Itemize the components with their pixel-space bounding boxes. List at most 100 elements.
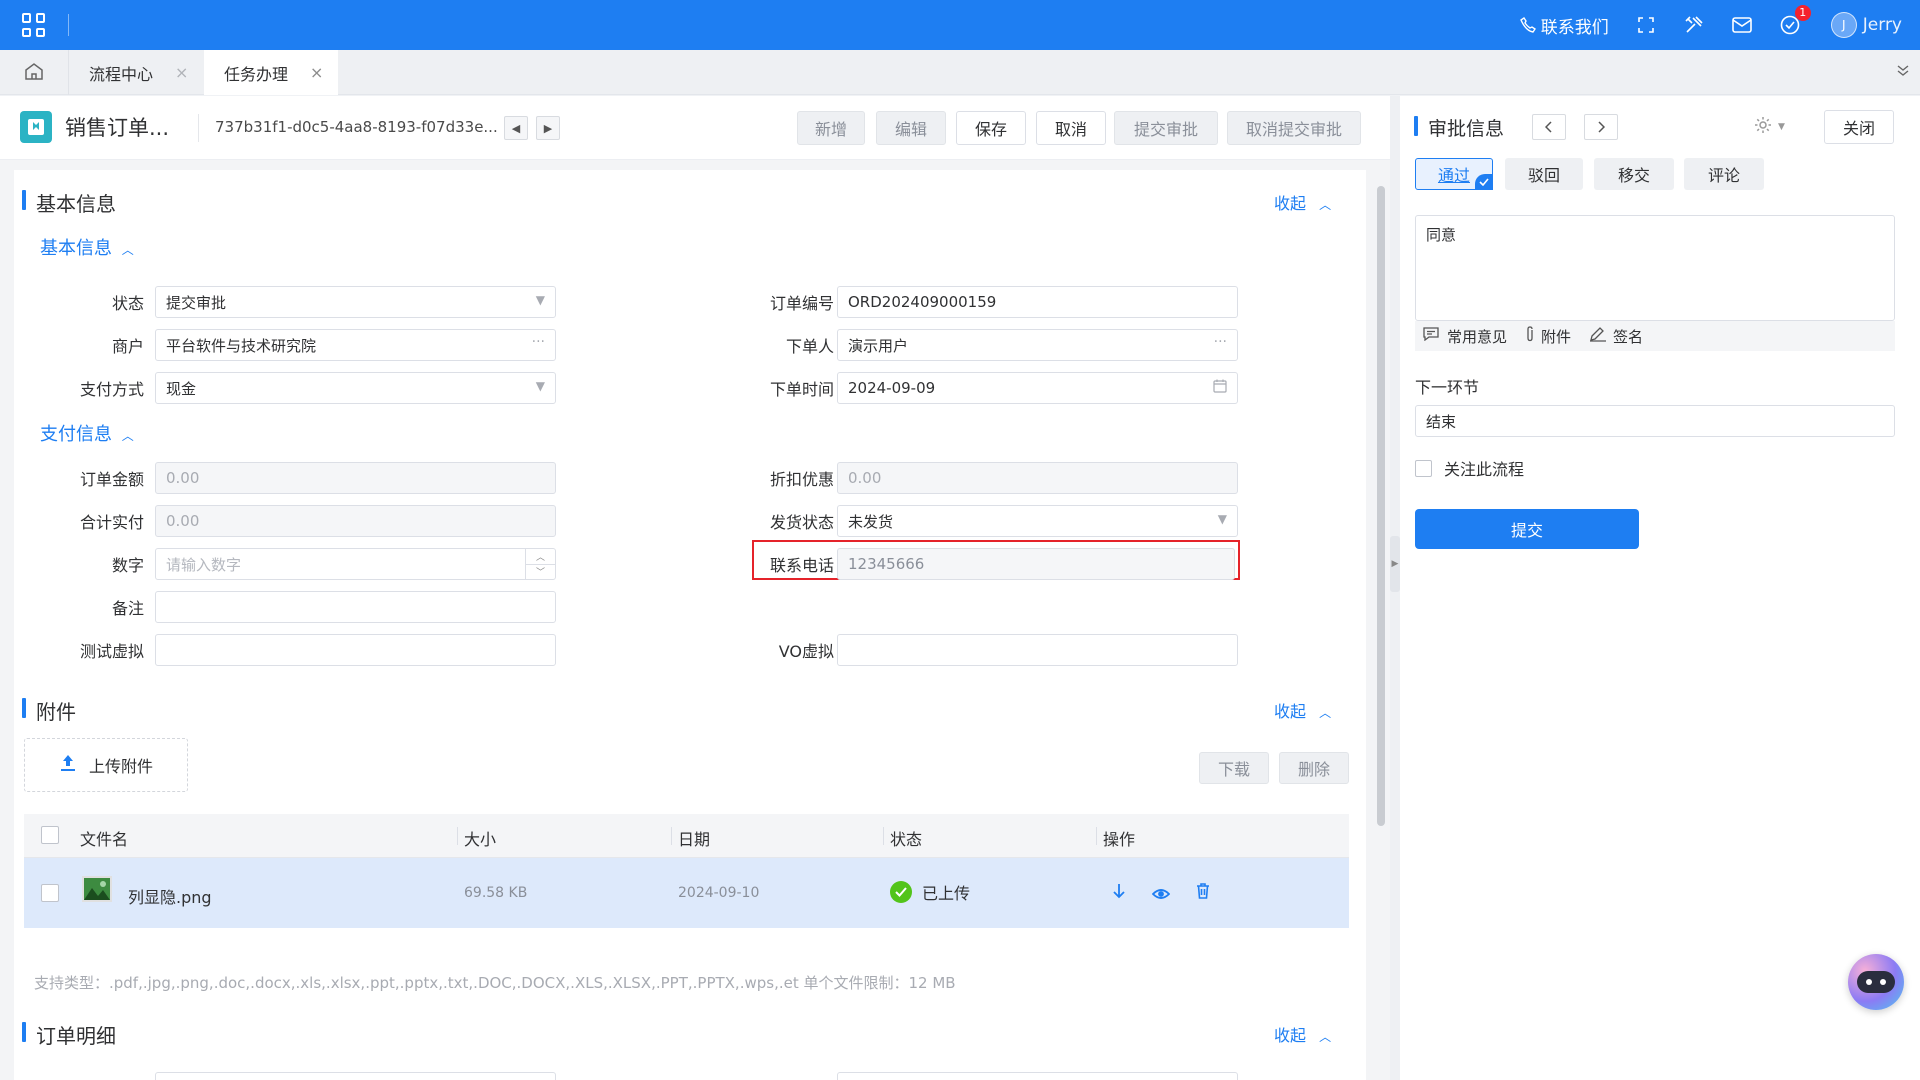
calendar-icon xyxy=(1213,379,1227,396)
approval-title: 审批信息 xyxy=(1428,118,1505,140)
next-step-field[interactable]: 结束 xyxy=(1415,405,1895,437)
payment-value: 现金 xyxy=(166,379,197,398)
app-grid-icon[interactable] xyxy=(22,13,46,37)
detail-field[interactable] xyxy=(155,1072,556,1080)
ship-status-select[interactable]: 未发货 ▼ xyxy=(837,505,1238,537)
subsection-payment[interactable]: 支付信息 ︿ xyxy=(40,420,134,446)
image-file-icon xyxy=(82,876,112,902)
avatar: J xyxy=(1830,12,1857,38)
cancel-button[interactable]: 取消 xyxy=(1036,111,1106,145)
trash-icon[interactable] xyxy=(1196,883,1210,903)
section-title-basic: 基本信息 xyxy=(36,192,116,216)
contact-us-link[interactable]: 联系我们 xyxy=(1517,13,1609,38)
tab-task-handling[interactable]: 任务办理 × xyxy=(204,50,338,95)
collapse-panel-handle[interactable]: ▶ xyxy=(1390,536,1400,592)
row-checkbox[interactable] xyxy=(41,884,59,902)
orderer-picker[interactable]: 演示用户 ··· xyxy=(837,329,1238,361)
close-icon[interactable]: × xyxy=(175,63,188,82)
follow-process-checkbox[interactable]: 关注此流程 xyxy=(1415,456,1524,480)
subsection-basic[interactable]: 基本信息 ︿ xyxy=(40,234,134,260)
close-panel-button[interactable]: 关闭 xyxy=(1824,110,1894,144)
column-header[interactable]: 文件名 xyxy=(80,826,128,850)
next-button[interactable] xyxy=(1584,114,1618,140)
collapse-detail-button[interactable]: 收起 ︿ xyxy=(1274,1022,1331,1046)
prev-record-button[interactable]: ◀ xyxy=(504,116,528,140)
prev-button[interactable] xyxy=(1532,114,1566,140)
detail-field[interactable] xyxy=(837,1072,1238,1080)
more-icon[interactable]: ··· xyxy=(1214,334,1227,350)
edit-button[interactable]: 编辑 xyxy=(876,111,946,145)
tools-icon[interactable] xyxy=(1683,14,1705,36)
mail-icon[interactable] xyxy=(1731,14,1753,36)
payment-select[interactable]: 现金 ▼ xyxy=(155,372,556,404)
sign-button[interactable]: 签名 xyxy=(1589,326,1643,347)
vo-virtual-label: VO虚拟 xyxy=(778,642,834,661)
section-marker xyxy=(1414,116,1418,136)
amount-value: 0.00 xyxy=(166,469,200,487)
table-row[interactable]: 列显隐.png 69.58 KB 2024-09-10 已上传 xyxy=(24,858,1349,928)
more-icon[interactable]: ··· xyxy=(532,334,545,350)
chevron-down-icon[interactable] xyxy=(1896,62,1910,81)
discount-field: 0.00 xyxy=(837,462,1238,494)
upload-attachment-button[interactable]: 上传附件 xyxy=(24,738,188,792)
attach-button[interactable]: 附件 xyxy=(1525,326,1571,347)
contact-us-label: 联系我们 xyxy=(1540,17,1609,38)
common-opinion-button[interactable]: 常用意见 xyxy=(1423,326,1507,347)
upload-label: 上传附件 xyxy=(88,757,153,776)
select-all-checkbox[interactable] xyxy=(41,826,59,844)
column-header[interactable]: 大小 xyxy=(464,826,496,850)
save-button[interactable]: 保存 xyxy=(956,111,1026,145)
next-record-button[interactable]: ▶ xyxy=(536,116,560,140)
tab-reject[interactable]: 驳回 xyxy=(1505,158,1583,190)
submit-button[interactable]: 提交 xyxy=(1415,509,1639,549)
tab-process-center[interactable]: 流程中心 × xyxy=(68,50,204,95)
submit-approval-button[interactable]: 提交审批 xyxy=(1114,111,1218,145)
close-icon[interactable]: × xyxy=(310,63,323,82)
download-icon[interactable] xyxy=(1112,883,1126,903)
fullscreen-icon[interactable] xyxy=(1635,14,1657,36)
chevron-down-icon[interactable]: ﹀ xyxy=(526,565,555,580)
approval-comment-textarea[interactable]: 同意 xyxy=(1415,215,1895,321)
amount-field: 0.00 xyxy=(155,462,556,494)
delete-button[interactable]: 删除 xyxy=(1279,752,1349,784)
pen-icon xyxy=(1589,326,1607,346)
cancel-submit-approval-button[interactable]: 取消提交审批 xyxy=(1227,111,1361,145)
phone-field: 12345666 xyxy=(837,548,1235,580)
checkbox[interactable] xyxy=(1415,459,1432,477)
column-header[interactable]: 操作 xyxy=(1103,826,1135,850)
tab-home[interactable] xyxy=(0,50,68,95)
chevron-up-icon[interactable]: ︿ xyxy=(526,549,555,565)
tab-approve[interactable]: 通过 xyxy=(1415,158,1493,190)
eye-icon[interactable] xyxy=(1151,885,1171,904)
tab-comment[interactable]: 评论 xyxy=(1684,158,1764,190)
column-header[interactable]: 状态 xyxy=(890,826,922,850)
tab-transfer[interactable]: 移交 xyxy=(1594,158,1674,190)
form-scroll-area: 基本信息 收起 ︿ 基本信息 ︿ 状态 提交审批 ▼ 订单编号 ORD20240… xyxy=(0,160,1390,1080)
file-name[interactable]: 列显隐.png xyxy=(128,884,212,908)
merchant-picker[interactable]: 平台软件与技术研究院 ··· xyxy=(155,329,556,361)
test-virtual-field[interactable] xyxy=(155,634,556,666)
add-button[interactable]: 新增 xyxy=(797,111,865,145)
collapse-attachments-button[interactable]: 收起 ︿ xyxy=(1274,698,1331,722)
form-card: 基本信息 收起 ︿ 基本信息 ︿ 状态 提交审批 ▼ 订单编号 ORD20240… xyxy=(14,170,1366,1080)
panel-splitter[interactable]: ▶ xyxy=(1390,96,1400,1080)
status-select[interactable]: 提交审批 ▼ xyxy=(155,286,556,318)
column-separator xyxy=(671,827,672,845)
document-header: 销售订单... 737b31f1-d0c5-4aa8-8193-f07d33e.… xyxy=(0,96,1390,160)
user-menu[interactable]: J Jerry xyxy=(1830,12,1902,38)
order-time-datepicker[interactable]: 2024-09-09 xyxy=(837,372,1238,404)
download-button[interactable]: 下载 xyxy=(1199,752,1269,784)
settings-menu[interactable]: ▼ xyxy=(1754,116,1785,138)
assistant-robot-icon[interactable] xyxy=(1848,954,1904,1010)
column-header[interactable]: 日期 xyxy=(678,826,710,850)
number-stepper[interactable]: 请输入数字 ︿ ﹀ xyxy=(155,548,556,580)
dropdown-arrow-icon: ▼ xyxy=(1217,512,1227,526)
collapse-basic-button[interactable]: 收起 ︿ xyxy=(1274,190,1331,214)
stepper-buttons[interactable]: ︿ ﹀ xyxy=(525,549,555,579)
main-panel: 销售订单... 737b31f1-d0c5-4aa8-8193-f07d33e.… xyxy=(0,96,1390,1080)
tasks-icon[interactable]: 1 xyxy=(1779,5,1811,36)
remark-field[interactable] xyxy=(155,591,556,623)
vo-virtual-field[interactable] xyxy=(837,634,1238,666)
order-no-field[interactable]: ORD202409000159 xyxy=(837,286,1238,318)
scrollbar[interactable] xyxy=(1377,186,1385,826)
